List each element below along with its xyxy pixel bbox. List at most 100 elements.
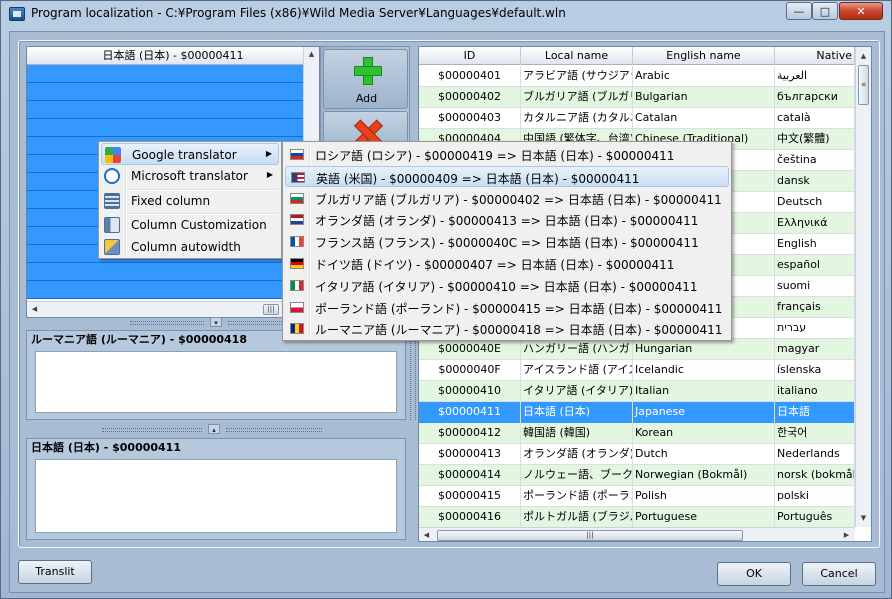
scroll-up-arrow-icon[interactable]: ▲ [304,47,319,62]
menu-item-google-translator[interactable]: Google translator ▶ [101,143,279,165]
scroll-right-arrow-icon[interactable]: ▶ [839,528,854,541]
close-button[interactable]: ✕ [839,2,883,20]
table-row[interactable]: $00000416 ポルトガル語 (ブラジル) Portuguese Portuguê… [419,507,855,528]
list-item[interactable] [27,281,303,299]
submenu-item-label: ルーマニア語 (ルーマニア) - $00000418 => 日本語 (日本) -… [315,323,723,338]
list-item[interactable] [27,119,303,137]
submenu-item-label: オランダ語 (オランダ) - $00000413 => 日本語 (日本) - $… [315,214,699,229]
horizontal-splitter-bottom[interactable]: ▴ [102,424,322,434]
table-row[interactable]: $00000403カタルニア語 (カタルニア)Catalancatalà [419,108,855,129]
cell-native: español [775,255,855,276]
table-row[interactable]: $00000413 オランダ語 (オランダ) Dutch Nederlands [419,444,855,465]
table-row[interactable]: $00000410 イタリア語 (イタリア) Italian italiano [419,381,855,402]
scroll-left-arrow-icon[interactable]: ◀ [419,528,434,541]
cell-native: català [775,108,855,129]
grid-header: ID Local name English name Native [419,47,855,65]
menu-item-microsoft-translator[interactable]: Microsoft translator ▶ [101,165,279,187]
menu-item-column-customization[interactable]: Column Customization [101,214,279,236]
hscroll-thumb[interactable]: ||| [263,304,279,315]
vertical-splitter[interactable] [410,328,416,420]
cell-local-name: アイスランド語 (アイスランド) [521,360,633,381]
submenu-item-label: ポーランド語 (ポーランド) - $00000415 => 日本語 (日本) -… [315,301,723,316]
target-text-box[interactable] [35,459,397,533]
table-row[interactable]: $0000040Fアイスランド語 (アイスランド)Icelandicíslens… [419,360,855,381]
google-translator-submenu: ロシア語 (ロシア) - $00000419 => 日本語 (日本) - $00… [282,141,732,341]
cell-english-name: Bulgarian [633,87,775,108]
cell-id: $00000413 [419,444,521,465]
cell-native: Ελληνικά [775,213,855,234]
poland-flag-icon [290,301,304,313]
submenu-item-romania[interactable]: ルーマニア語 (ルーマニア) - $00000418 => 日本語 (日本) -… [285,318,729,339]
menu-item-label: Microsoft translator [131,169,248,183]
cell-english-name: Portuguese [633,507,775,528]
cell-native: suomi [775,276,855,297]
minimize-button[interactable]: — [786,2,812,20]
cell-native: 한국어 [775,423,855,444]
cell-english-name: Norwegian (Bokmål) [633,465,775,486]
table-row[interactable]: $00000401アラビア語 (サウジアラビア)Arabicالعربية [419,66,855,87]
cell-local-name: イタリア語 (イタリア) [521,381,633,402]
title-bar[interactable]: Program localization - C:¥Program Files … [1,1,891,27]
cell-local-name: ブルガリア語 (ブルガリア) [521,87,633,108]
source-text-box[interactable] [35,351,397,413]
submenu-item-label: 英語 (米国) - $00000409 => 日本語 (日本) - $00000… [316,171,640,186]
list-item[interactable] [27,263,303,281]
scroll-up-arrow-icon[interactable]: ▲ [856,49,871,64]
cell-local-name: ハンガリー語 (ハンガリー) [521,339,633,360]
submenu-item-bulgaria[interactable]: ブルガリア語 (ブルガリア) - $00000402 => 日本語 (日本) -… [285,188,729,209]
list-item[interactable] [27,83,303,101]
chevron-up-icon[interactable]: ▴ [208,424,220,434]
cell-native: العربية [775,66,855,87]
chevron-down-icon[interactable]: ▾ [210,317,222,327]
submenu-item-italy[interactable]: イタリア語 (イタリア) - $00000410 => 日本語 (日本) - $… [285,275,729,296]
program-localization-window: Program localization - C:¥Program Files … [0,0,892,599]
cell-id: $00000416 [419,507,521,528]
table-row[interactable]: $00000411 日本語 (日本) Japanese 日本語 [419,402,855,423]
submenu-item-germany[interactable]: ドイツ語 (ドイツ) - $00000407 => 日本語 (日本) - $00… [285,253,729,274]
maximize-button[interactable]: □ [812,2,838,20]
scroll-left-arrow-icon[interactable]: ◀ [27,302,42,317]
column-header-local-name[interactable]: Local name [521,47,633,65]
submenu-item-label: ブルガリア語 (ブルガリア) - $00000402 => 日本語 (日本) -… [315,192,722,207]
cell-english-name: Italian [633,381,775,402]
grid-vscrollbar[interactable]: ▲ ≡ ▼ [855,47,871,527]
menu-item-fixed-column[interactable]: Fixed column [101,190,279,212]
table-row[interactable]: $00000412 韓国語 (韓国) Korean 한국어 [419,423,855,444]
translit-button[interactable]: Translit [18,560,92,584]
submenu-item-russia[interactable]: ロシア語 (ロシア) - $00000419 => 日本語 (日本) - $00… [285,144,729,165]
cancel-button[interactable]: Cancel [802,562,876,586]
ok-button[interactable]: OK [717,562,791,586]
cell-local-name: オランダ語 (オランダ) [521,444,633,465]
target-panel-title: 日本語 (日本) - $00000411 [31,441,181,454]
submenu-item-usa[interactable]: 英語 (米国) - $00000409 => 日本語 (日本) - $00000… [285,165,729,187]
table-row[interactable]: $00000402ブルガリア語 (ブルガリア)Bulgarianбългарск… [419,87,855,108]
hscroll-thumb[interactable]: ||| [437,530,743,541]
string-list-hscrollbar[interactable]: ◀ ||| [27,301,303,317]
submenu-item-france[interactable]: フランス語 (フランス) - $0000040C => 日本語 (日本) - $… [285,231,729,252]
submenu-item-netherlands[interactable]: オランダ語 (オランダ) - $00000413 => 日本語 (日本) - $… [285,209,729,230]
cell-english-name: Arabic [633,66,775,87]
cell-native: français [775,297,855,318]
target-text-panel: 日本語 (日本) - $00000411 [26,438,406,540]
column-header-native[interactable]: Native [775,47,855,65]
menu-item-column-autowidth[interactable]: Column autowidth [101,236,279,258]
add-button[interactable]: Add [323,49,408,109]
table-row[interactable]: $00000415ポーランド語 (ポーランド)Polishpolski [419,486,855,507]
scroll-down-arrow-icon[interactable]: ▼ [856,511,871,526]
app-icon [9,7,25,21]
submenu-item-label: フランス語 (フランス) - $0000040C => 日本語 (日本) - $… [315,236,699,251]
germany-flag-icon [290,258,304,269]
plus-icon [354,57,382,85]
submenu-item-poland[interactable]: ポーランド語 (ポーランド) - $00000415 => 日本語 (日本) -… [285,297,729,318]
table-row[interactable]: $0000040Eハンガリー語 (ハンガリー)Hungarianmagyar [419,339,855,360]
list-item[interactable] [27,65,303,83]
column-header-english-name[interactable]: English name [633,47,775,65]
column-customization-icon [104,217,120,233]
vscroll-thumb[interactable]: ≡ [858,65,869,105]
string-list-header[interactable]: 日本語 (日本) - $00000411 [27,47,319,65]
grid-hscrollbar[interactable]: ◀ ||| ▶ [419,527,855,541]
column-header-id[interactable]: ID [419,47,521,65]
table-row[interactable]: $00000414ノルウェー語、ブークモールNorwegian (Bokmål)… [419,465,855,486]
cell-english-name: Japanese [633,402,775,423]
list-item[interactable] [27,101,303,119]
